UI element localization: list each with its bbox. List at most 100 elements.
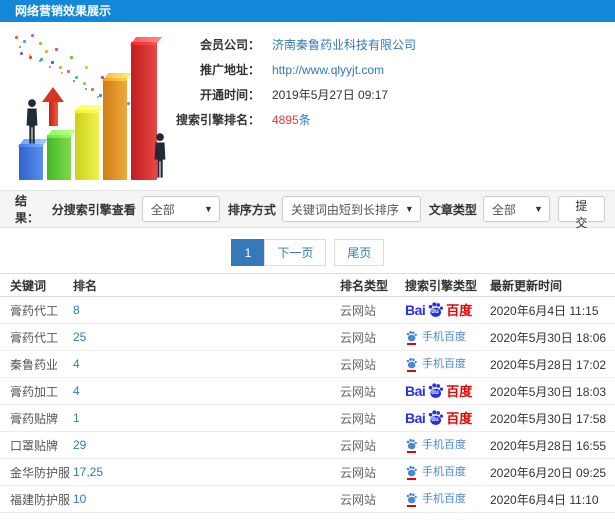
rank-cell: 10 — [73, 485, 340, 513]
update-time-cell: 2020年6月4日 11:15 — [490, 296, 615, 324]
rank-type-cell: 云网站 — [340, 404, 405, 432]
rank-link[interactable]: 29 — [73, 438, 86, 452]
table-header-row: 关键词 排名 排名类型 搜索引擎类型 最新更新时间 — [0, 273, 615, 297]
rank-cell: 25 — [73, 323, 340, 351]
col-engine-type: 搜索引擎类型 — [405, 273, 490, 297]
mobile-paw-icon — [405, 492, 418, 507]
rank-type-cell: 云网站 — [340, 350, 405, 378]
update-time-cell: 2020年5月30日 18:06 — [490, 323, 615, 351]
rank-type-cell: 云网站 — [340, 323, 405, 351]
table-row: 膏药代工 25 云网站 Bai du 百度 手机百度 2020年5月30日 18… — [0, 323, 615, 351]
rank-cell: 17,25 — [73, 458, 340, 486]
bar-green — [47, 135, 71, 180]
rank-type-cell: 云网站 — [340, 485, 405, 513]
promo-url-link[interactable]: http://www.qlyyjt.com — [272, 63, 384, 77]
rank-link[interactable]: 10 — [73, 492, 86, 506]
table-row: 金华防护服 17,25 云网站 Bai du 百度 手机百度 2020年6月20… — [0, 458, 615, 486]
mobile-paw-icon — [405, 465, 418, 480]
rank-link[interactable]: 4 — [73, 357, 80, 371]
rank-cell: 8 — [73, 296, 340, 324]
caret-down-icon: ▼ — [533, 204, 543, 214]
last-page-button[interactable]: 尾页 — [334, 239, 385, 266]
growth-arrow-icon — [49, 100, 58, 126]
col-rank-type: 排名类型 — [340, 273, 405, 297]
update-time-cell: 2020年6月20日 09:25 — [490, 458, 615, 486]
update-time-cell: 2020年5月28日 17:02 — [490, 350, 615, 378]
engine-filter-label: 分搜索引擎查看 — [51, 202, 136, 217]
baidu-paw-icon: du — [426, 409, 445, 426]
engine-rank-label: 搜索引擎排名： — [175, 113, 260, 127]
sort-filter-value: 关键词由短到长排序 — [290, 202, 399, 217]
mobile-baidu-logo-icon: 手机百度 — [405, 330, 466, 345]
sort-filter-select[interactable]: 关键词由短到长排序 ▼ — [281, 196, 421, 222]
promo-url-label: 推广地址： — [199, 63, 260, 77]
rank-link[interactable]: 17,25 — [73, 465, 103, 479]
table-row: 膏药加工 4 云网站 Bai du 百度 手机百度 2020年5月30日 18:… — [0, 377, 615, 405]
table-row: Bai du 百度 手机百度 — [0, 512, 615, 520]
keyword-cell: 膏药代工 — [0, 323, 73, 351]
member-info: 会员公司： 济南秦鲁药业科技有限公司 推广地址： http://www.qlyy… — [168, 32, 608, 132]
engine-cell: Bai du 百度 手机百度 — [405, 296, 490, 324]
baidu-paw-icon: du — [426, 301, 445, 318]
article-type-select[interactable]: 全部 ▼ — [482, 196, 550, 222]
keyword-cell: 膏药贴牌 — [0, 404, 73, 432]
update-time-cell — [490, 512, 615, 520]
mobile-baidu-logo-icon: 手机百度 — [405, 357, 466, 372]
sort-filter-label: 排序方式 — [227, 202, 276, 217]
red-underline — [407, 477, 416, 480]
filter-bar: 结果： 分搜索引擎查看 全部 ▼ 排序方式 关键词由短到长排序 ▼ 文章类型 全… — [0, 190, 615, 230]
engine-cell: Bai du 百度 手机百度 — [405, 404, 490, 432]
engine-rank-row: 搜索引擎排名： 4895 条 — [168, 107, 608, 132]
bar-orange — [103, 78, 127, 180]
mobile-baidu-logo-icon: 手机百度 — [405, 465, 466, 480]
next-page-button[interactable]: 下一页 — [264, 239, 327, 266]
update-time-cell: 2020年5月30日 18:03 — [490, 377, 615, 405]
engine-cell: Bai du 百度 手机百度 — [405, 512, 490, 520]
caret-down-icon: ▼ — [203, 204, 213, 214]
confetti-dots — [15, 36, 18, 39]
table-row: 膏药代工 8 云网站 Bai du 百度 手机百度 2020年6月4日 11:1… — [0, 296, 615, 324]
company-link[interactable]: 济南秦鲁药业科技有限公司 — [272, 36, 416, 53]
page-1-button[interactable]: 1 — [230, 239, 266, 266]
table-row: 口罩贴牌 29 云网站 Bai du 百度 手机百度 2020年5月28日 16… — [0, 431, 615, 459]
engine-rank-count: 4895 — [272, 112, 299, 127]
red-underline — [407, 504, 416, 507]
confetti-dots-small — [19, 46, 21, 48]
keyword-cell: 秦鲁药业 — [0, 350, 73, 378]
article-type-label: 文章类型 — [428, 202, 477, 217]
mobile-baidu-logo-icon: 手机百度 — [405, 438, 466, 453]
rank-cell: 29 — [73, 431, 340, 459]
engine-rank-unit-link[interactable]: 条 — [299, 111, 311, 128]
result-label: 结果： — [15, 194, 40, 225]
baidu-logo-icon: Bai du 百度 — [405, 301, 473, 318]
engine-cell: Bai du 百度 手机百度 — [405, 458, 490, 486]
mobile-paw-icon — [405, 438, 418, 453]
rank-type-cell: 云网站 — [340, 458, 405, 486]
info-section: 会员公司： 济南秦鲁药业科技有限公司 推广地址： http://www.qlyy… — [0, 22, 615, 190]
mobile-paw-icon — [405, 330, 418, 345]
rank-type-cell — [340, 512, 405, 520]
baidu-logo-icon: Bai du 百度 — [405, 382, 473, 399]
update-time-cell: 2020年5月30日 17:58 — [490, 404, 615, 432]
rank-type-cell: 云网站 — [340, 296, 405, 324]
mobile-baidu-logo-icon: 手机百度 — [405, 492, 466, 507]
rank-link[interactable]: 1 — [73, 411, 80, 425]
rank-link[interactable]: 25 — [73, 330, 86, 344]
rank-type-cell: 云网站 — [340, 377, 405, 405]
article-type-value: 全部 — [491, 202, 516, 217]
table-row: 膏药贴牌 1 云网站 Bai du 百度 手机百度 2020年5月30日 17:… — [0, 404, 615, 432]
update-time-cell: 2020年5月28日 16:55 — [490, 431, 615, 459]
businessman-figure-left — [23, 98, 41, 146]
engine-filter-select[interactable]: 全部 ▼ — [141, 196, 220, 222]
red-underline — [407, 369, 416, 372]
update-time-cell: 2020年6月4日 11:10 — [490, 485, 615, 513]
open-time-label: 开通时间： — [199, 88, 260, 102]
red-underline — [407, 342, 416, 345]
baidu-logo-icon: Bai du 百度 — [405, 409, 473, 426]
rank-cell: 4 — [73, 350, 340, 378]
submit-button[interactable]: 提交 — [557, 196, 605, 230]
rank-link[interactable]: 8 — [73, 303, 80, 317]
rank-link[interactable]: 4 — [73, 384, 80, 398]
baidu-paw-icon: du — [426, 382, 445, 399]
engine-cell: Bai du 百度 手机百度 — [405, 485, 490, 513]
